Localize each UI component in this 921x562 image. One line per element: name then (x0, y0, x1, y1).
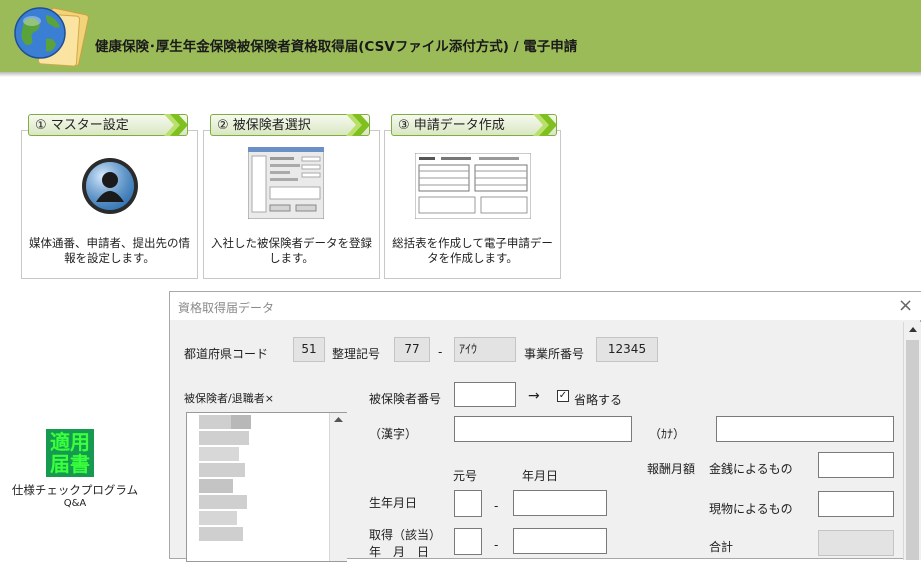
list-item[interactable] (231, 415, 251, 429)
globe-folder-icon (14, 7, 89, 67)
office-no-field: 12345 (596, 337, 658, 362)
seiri-label: 整理記号 (332, 347, 381, 361)
form-screenshot-icon[interactable] (248, 147, 324, 219)
pref-code-label: 都道府県コード (184, 347, 269, 361)
header-shadow (0, 72, 921, 77)
cash-label: 金銭によるもの (709, 462, 793, 476)
omit-label: 省略する (574, 393, 623, 407)
seiri-dash: - (438, 345, 443, 359)
user-avatar-icon[interactable] (80, 156, 140, 216)
dialog-title: 資格取得届データ (178, 301, 275, 315)
acq-era-field[interactable] (454, 528, 482, 555)
kind-amount-field[interactable] (818, 491, 894, 517)
birth-era-field[interactable] (454, 490, 482, 517)
acq-label-line2: 年 月 日 (369, 545, 430, 559)
step-tab-create[interactable]: ③ 申請データ作成 (391, 114, 557, 136)
dialog-scrollbar[interactable] (903, 322, 921, 560)
step-label: ③ 申請データ作成 (398, 118, 505, 133)
total-amount-field (818, 530, 894, 556)
step-tab-master[interactable]: ① マスター設定 (28, 114, 188, 136)
list-scrollbar[interactable] (329, 413, 347, 561)
chevron-right-icon (164, 114, 188, 136)
list-item[interactable] (199, 463, 245, 477)
insured-list-header: 被保険者/退職者× (184, 392, 274, 405)
step-card-master[interactable]: ① マスター設定 媒体通番、申請者、提出先の情報を設定します。 (21, 114, 198, 279)
step-tab-insured[interactable]: ② 被保険者選択 (210, 114, 370, 136)
cash-amount-field[interactable] (818, 452, 894, 478)
tekiyou-line1: 適用 (50, 430, 90, 454)
acquisition-dialog: 資格取得届データ × 都道府県コード 51 整理記号 77 - ｱｲｳ 事業所番… (169, 291, 921, 562)
list-item[interactable] (199, 479, 233, 493)
reward-label: 報酬月額 (647, 462, 696, 476)
ymd-label: 年月日 (522, 469, 559, 483)
birth-date-field[interactable] (513, 490, 607, 516)
birth-label: 生年月日 (369, 496, 418, 510)
tekiyou-todokesho-icon[interactable]: 適用 届書 (46, 429, 94, 477)
acq-dash: - (494, 538, 499, 552)
acq-label-line1: 取得（該当） (369, 528, 442, 542)
total-label: 合計 (709, 540, 734, 554)
list-item[interactable] (199, 495, 247, 509)
step-desc: 総括表を作成して電子申請データを作成します。 (392, 236, 553, 265)
step-card-create[interactable]: ③ 申請データ作成 総括表を作成して電子申請データを作成します。 (384, 114, 561, 279)
list-item[interactable] (199, 527, 243, 541)
kana-label: （ｶﾅ） (649, 427, 686, 441)
tekiyou-line2: 届書 (50, 452, 90, 476)
list-item[interactable] (199, 431, 249, 445)
list-item[interactable] (199, 511, 237, 525)
kanji-label: （漢字） (369, 427, 418, 441)
seiri-code1-field: 77 (394, 337, 430, 362)
list-item[interactable] (199, 447, 239, 461)
chevron-right-icon (533, 114, 557, 136)
acq-date-field[interactable] (513, 528, 607, 554)
check-program-link[interactable]: 仕様チェックプログラム (10, 482, 140, 498)
close-icon[interactable]: × (898, 295, 913, 316)
step-label: ② 被保険者選択 (217, 118, 311, 133)
omit-checkbox[interactable]: ✓ (557, 390, 569, 402)
kind-label: 現物によるもの (709, 502, 793, 516)
chevron-up-icon[interactable] (904, 322, 921, 336)
insured-no-label: 被保険者番号 (369, 392, 442, 406)
chevron-right-icon (346, 114, 370, 136)
chevron-up-icon[interactable] (330, 413, 347, 427)
step-label: ① マスター設定 (35, 118, 129, 133)
name-kanji-field[interactable] (454, 416, 632, 442)
insured-no-field[interactable] (454, 382, 516, 407)
pref-code-field: 51 (293, 337, 325, 362)
document-preview-icon[interactable] (415, 153, 531, 219)
app-title: 健康保険･厚生年金保険被保険者資格取得届(CSVファイル添付方式) / 電子申請 (95, 39, 578, 55)
name-kana-field[interactable] (716, 416, 894, 442)
step-card-insured[interactable]: ② 被保険者選択 入社した被保険者データを登録します。 (203, 114, 380, 279)
qa-link[interactable]: Q&A (10, 498, 140, 509)
step-desc: 入社した被保険者データを登録します。 (211, 236, 372, 265)
step-desc: 媒体通番、申請者、提出先の情報を設定します。 (29, 236, 190, 265)
scrollbar-thumb[interactable] (906, 340, 919, 560)
arrow-icon: → (528, 388, 540, 404)
dialog-titlebar (170, 292, 921, 320)
birth-dash: - (494, 499, 499, 513)
office-no-label: 事業所番号 (524, 347, 585, 361)
seiri-code2-field: ｱｲｳ (454, 337, 516, 362)
insured-list[interactable] (186, 412, 347, 562)
gengo-label: 元号 (453, 469, 478, 483)
list-item[interactable] (199, 415, 235, 429)
